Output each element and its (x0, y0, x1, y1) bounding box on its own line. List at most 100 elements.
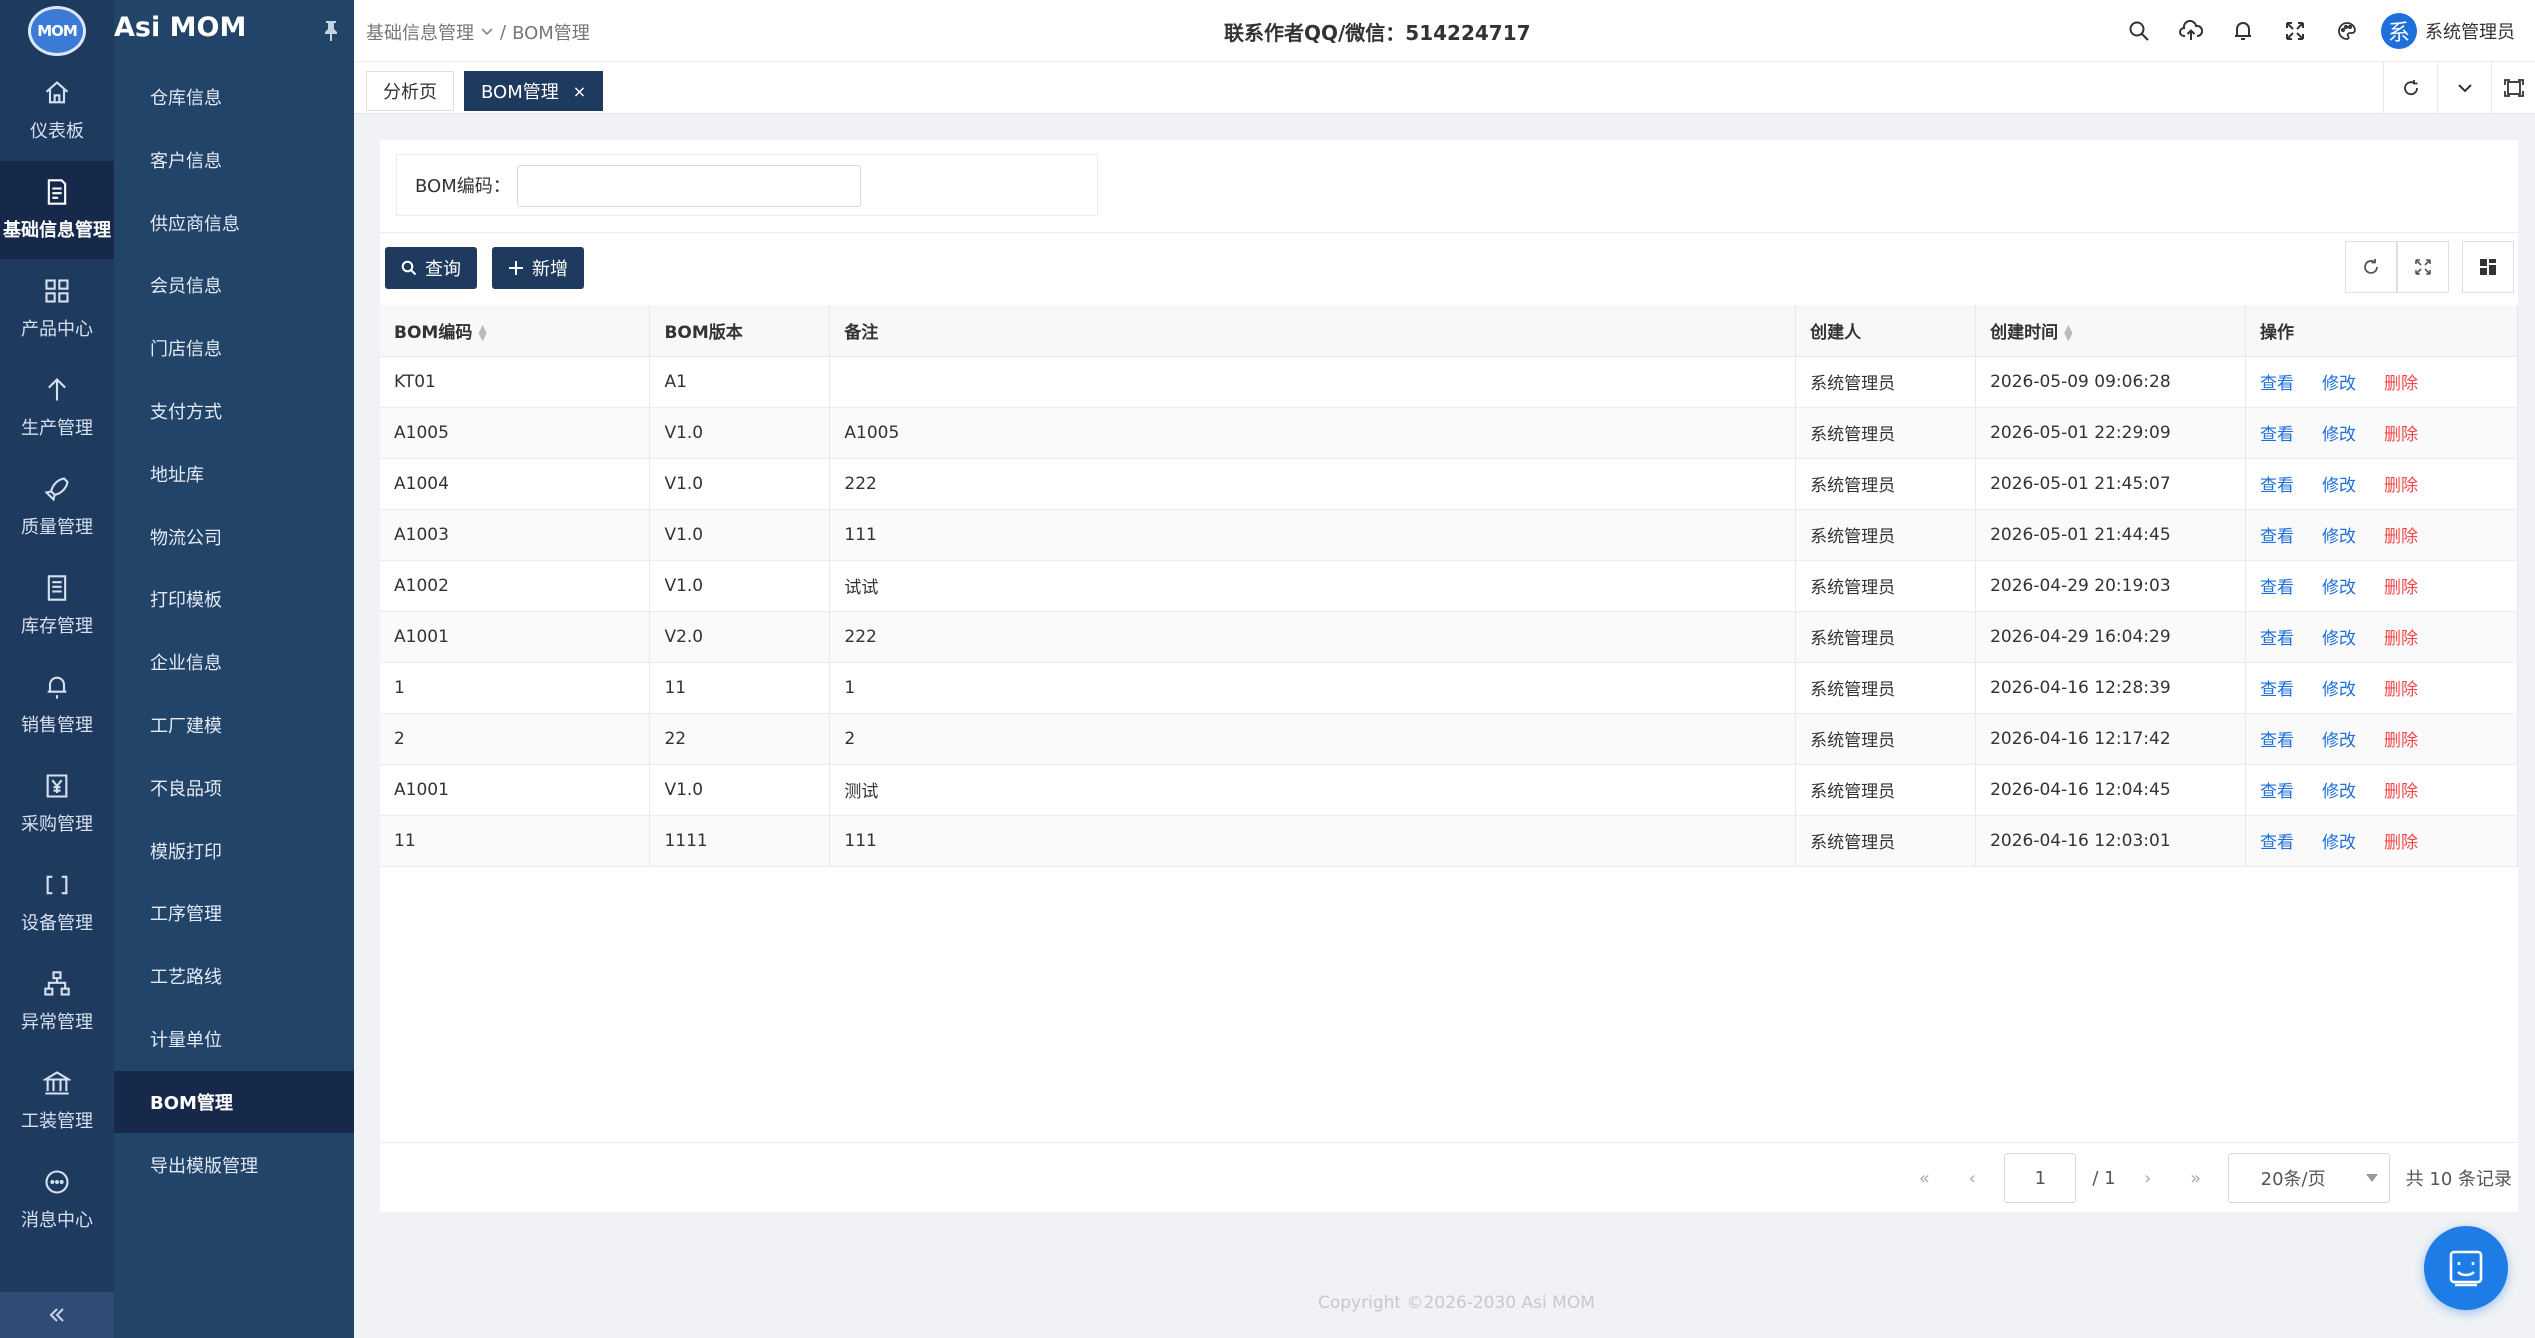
rail-item[interactable]: 产品中心 (0, 260, 114, 358)
view-link[interactable]: 查看 (2260, 629, 2294, 649)
rail-item[interactable]: 设备管理 (0, 854, 114, 952)
cell-created-time: 2026-04-29 20:19:03 (1975, 560, 2247, 612)
collapse-sidebar-button[interactable] (0, 1292, 114, 1338)
view-link[interactable]: 查看 (2260, 731, 2294, 751)
theme-button[interactable] (2321, 0, 2373, 62)
logo: MOM (0, 0, 114, 62)
rail-item[interactable]: 质量管理 (0, 458, 114, 556)
rail-item-label: 库存管理 (21, 616, 93, 637)
submenu-item[interactable]: 工艺路线 (114, 945, 354, 1007)
bom-code-label: BOM编码： (415, 176, 511, 197)
refresh-tab-button[interactable] (2383, 62, 2437, 114)
user-menu[interactable]: 系 系统管理员 (2373, 13, 2535, 49)
submenu-item[interactable]: 导出模版管理 (114, 1134, 354, 1196)
query-button[interactable]: 查询 (385, 247, 477, 289)
delete-link[interactable]: 删除 (2384, 629, 2418, 649)
edit-link[interactable]: 修改 (2322, 578, 2356, 598)
delete-link[interactable]: 删除 (2384, 833, 2418, 853)
edit-link[interactable]: 修改 (2322, 680, 2356, 700)
view-link[interactable]: 查看 (2260, 476, 2294, 496)
rail-item[interactable]: 采购管理 (0, 755, 114, 853)
delete-link[interactable]: 删除 (2384, 374, 2418, 394)
tab-bom-management[interactable]: BOM管理 × (464, 71, 604, 111)
submenu-item[interactable]: BOM管理 (114, 1070, 354, 1133)
column-header-created-time[interactable]: 创建时间 ▲ ▼ (1975, 305, 2247, 357)
table-fullscreen-button[interactable] (2397, 241, 2449, 293)
upload-button[interactable] (2165, 0, 2217, 62)
submenu-item[interactable]: 模版打印 (114, 820, 354, 882)
edit-link[interactable]: 修改 (2322, 629, 2356, 649)
view-link[interactable]: 查看 (2260, 680, 2294, 700)
fullscreen-button[interactable] (2269, 0, 2321, 62)
delete-link[interactable]: 删除 (2384, 680, 2418, 700)
rail-item[interactable]: 消息中心 (0, 1151, 114, 1249)
delete-link[interactable]: 删除 (2384, 578, 2418, 598)
delete-link[interactable]: 删除 (2384, 731, 2418, 751)
last-page-icon[interactable]: » (2180, 1168, 2212, 1189)
delete-link[interactable]: 删除 (2384, 425, 2418, 445)
rail-item[interactable]: 工装管理 (0, 1052, 114, 1150)
page-size-select[interactable]: 20条/页 (2227, 1153, 2390, 1203)
rail-item[interactable]: 仪表板 (0, 62, 114, 160)
first-page-icon[interactable]: « (1908, 1168, 1940, 1189)
tab-dropdown-button[interactable] (2437, 62, 2491, 114)
delete-link[interactable]: 删除 (2384, 476, 2418, 496)
delete-link[interactable]: 删除 (2384, 527, 2418, 547)
cell-bom-version: V1.0 (649, 509, 831, 561)
tab-analysis[interactable]: 分析页 (366, 71, 454, 111)
add-button[interactable]: 新增 (492, 247, 584, 289)
page-number-input[interactable]: 1 (2004, 1153, 2077, 1203)
breadcrumb-parent[interactable]: 基础信息管理 (366, 19, 474, 45)
submenu-item[interactable]: 地址库 (114, 443, 354, 505)
maximize-button[interactable] (2491, 62, 2535, 114)
edit-link[interactable]: 修改 (2322, 782, 2356, 802)
prev-page-icon[interactable]: ‹ (1956, 1168, 1988, 1189)
rail-item[interactable]: 基础信息管理 (0, 161, 114, 259)
submenu-item[interactable]: 会员信息 (114, 254, 354, 316)
view-link[interactable]: 查看 (2260, 578, 2294, 598)
refresh-table-button[interactable] (2345, 241, 2397, 293)
rail-item-label: 产品中心 (21, 319, 93, 340)
submenu-item[interactable]: 工厂建模 (114, 694, 354, 756)
submenu-item[interactable]: 供应商信息 (114, 192, 354, 254)
rail-item-label: 质量管理 (21, 517, 93, 538)
submenu-item-label: 客户信息 (150, 150, 222, 172)
hierarchy-icon (43, 970, 71, 998)
edit-link[interactable]: 修改 (2322, 527, 2356, 547)
column-header-bom-code[interactable]: BOM编码 ▲ ▼ (380, 305, 651, 357)
submenu-item[interactable]: 门店信息 (114, 317, 354, 379)
bom-code-input[interactable] (517, 165, 861, 207)
submenu-item[interactable]: 工序管理 (114, 882, 354, 944)
view-link[interactable]: 查看 (2260, 374, 2294, 394)
view-link[interactable]: 查看 (2260, 527, 2294, 547)
submenu-item[interactable]: 仓库信息 (114, 66, 354, 128)
rail-item[interactable]: 生产管理 (0, 359, 114, 457)
notifications-button[interactable] (2217, 0, 2269, 62)
rail-item[interactable]: 库存管理 (0, 557, 114, 655)
submenu-item-label: BOM管理 (150, 1092, 233, 1114)
submenu-item[interactable]: 客户信息 (114, 129, 354, 191)
rail-item[interactable]: 销售管理 (0, 656, 114, 754)
delete-link[interactable]: 删除 (2384, 782, 2418, 802)
submenu-item[interactable]: 计量单位 (114, 1008, 354, 1070)
column-settings-button[interactable] (2462, 241, 2514, 293)
edit-link[interactable]: 修改 (2322, 425, 2356, 445)
edit-link[interactable]: 修改 (2322, 476, 2356, 496)
pin-icon[interactable] (322, 20, 340, 42)
assistant-button[interactable] (2424, 1226, 2508, 1310)
view-link[interactable]: 查看 (2260, 833, 2294, 853)
submenu-item[interactable]: 不良品项 (114, 757, 354, 819)
view-link[interactable]: 查看 (2260, 782, 2294, 802)
view-link[interactable]: 查看 (2260, 425, 2294, 445)
submenu-item[interactable]: 物流公司 (114, 506, 354, 568)
edit-link[interactable]: 修改 (2322, 731, 2356, 751)
search-button[interactable] (2113, 0, 2165, 62)
edit-link[interactable]: 修改 (2322, 374, 2356, 394)
tab-close-icon[interactable]: × (573, 82, 586, 101)
next-page-icon[interactable]: › (2132, 1168, 2164, 1189)
submenu-item[interactable]: 打印模板 (114, 568, 354, 630)
rail-item[interactable]: 异常管理 (0, 953, 114, 1051)
submenu-item[interactable]: 支付方式 (114, 380, 354, 442)
edit-link[interactable]: 修改 (2322, 833, 2356, 853)
submenu-item[interactable]: 企业信息 (114, 631, 354, 693)
